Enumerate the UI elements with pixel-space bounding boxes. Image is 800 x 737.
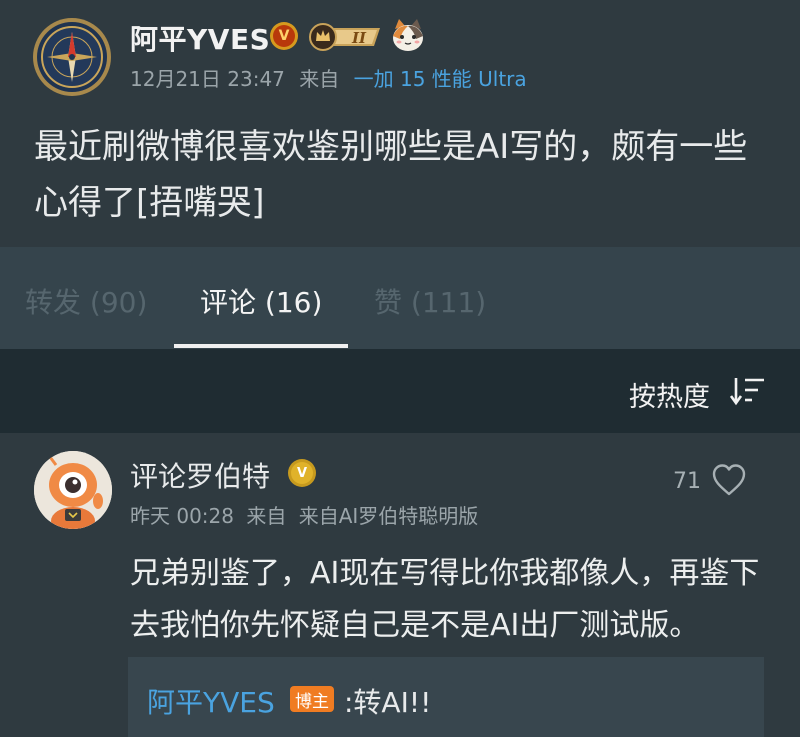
robot-avatar-icon xyxy=(34,451,112,529)
author-avatar[interactable] xyxy=(33,18,111,96)
reply-author-name[interactable]: 阿平YVES xyxy=(147,681,275,721)
verified-badge-icon: V xyxy=(270,22,298,50)
comment-source: 来自AI罗伯特聪明版 xyxy=(298,504,479,528)
tab-comments[interactable]: 评论 (16) xyxy=(200,281,322,321)
rank-crown-badge-icon[interactable]: II xyxy=(308,22,386,52)
heart-icon[interactable] xyxy=(711,463,747,497)
post-source-link[interactable]: 一加 15 性能 Ultra xyxy=(354,67,527,91)
comment-like-count: 71 xyxy=(673,469,701,494)
post-meta: 12月21日 23:47 来自 一加 15 性能 Ultra xyxy=(130,63,527,92)
commenter-name[interactable]: 评论罗伯特 xyxy=(130,455,270,495)
tab-likes[interactable]: 赞 (111) xyxy=(374,281,486,321)
post-tabs: 转发 (90) 评论 (16) 赞 (111) xyxy=(0,247,800,349)
sort-by-hot-button[interactable]: 按热度 xyxy=(629,375,710,414)
blogger-badge: 博主 xyxy=(290,686,334,712)
comment-from-label: 来自 xyxy=(246,504,287,528)
post-author-name[interactable]: 阿平YVES xyxy=(130,18,270,58)
verified-badge-letter: V xyxy=(291,462,313,484)
commenter-avatar[interactable] xyxy=(34,451,112,529)
cat-emoji-icon xyxy=(390,17,426,53)
verified-badge-letter: V xyxy=(273,25,295,47)
tab-reposts[interactable]: 转发 (90) xyxy=(25,281,147,321)
sort-bar: 按热度 xyxy=(0,349,800,433)
post-date: 12月21日 23:47 xyxy=(130,67,285,91)
sort-icon[interactable] xyxy=(729,376,766,406)
reply-preview[interactable]: 阿平YVES 博主 :转AI!! xyxy=(128,657,764,737)
comment-meta: 昨天 00:28 来自 来自AI罗伯特聪明版 xyxy=(130,500,478,529)
rank-badge-text: II xyxy=(351,29,367,47)
post-card: 阿平YVES V II 12月21日 23:47 来自 一加 15 性能 Ult… xyxy=(0,0,800,247)
post-content: 最近刷微博很喜欢鉴别哪些是AI写的，颇有一些心得了[捂嘴哭] xyxy=(34,127,748,223)
verified-badge-icon: V xyxy=(288,459,316,487)
comment-time: 昨天 00:28 xyxy=(130,504,234,528)
comment-item: 评论罗伯特 V 昨天 00:28 来自 来自AI罗伯特聪明版 71 兄弟别鉴了，… xyxy=(0,433,800,737)
comment-content: 兄弟别鉴了，AI现在写得比你我都像人，再鉴下去我怕你先怀疑自己是不是AI出厂测试… xyxy=(130,556,760,643)
post-from-label: 来自 xyxy=(299,67,340,91)
reply-text: :转AI!! xyxy=(344,686,432,719)
compass-icon xyxy=(37,22,107,92)
active-tab-indicator xyxy=(174,344,348,348)
